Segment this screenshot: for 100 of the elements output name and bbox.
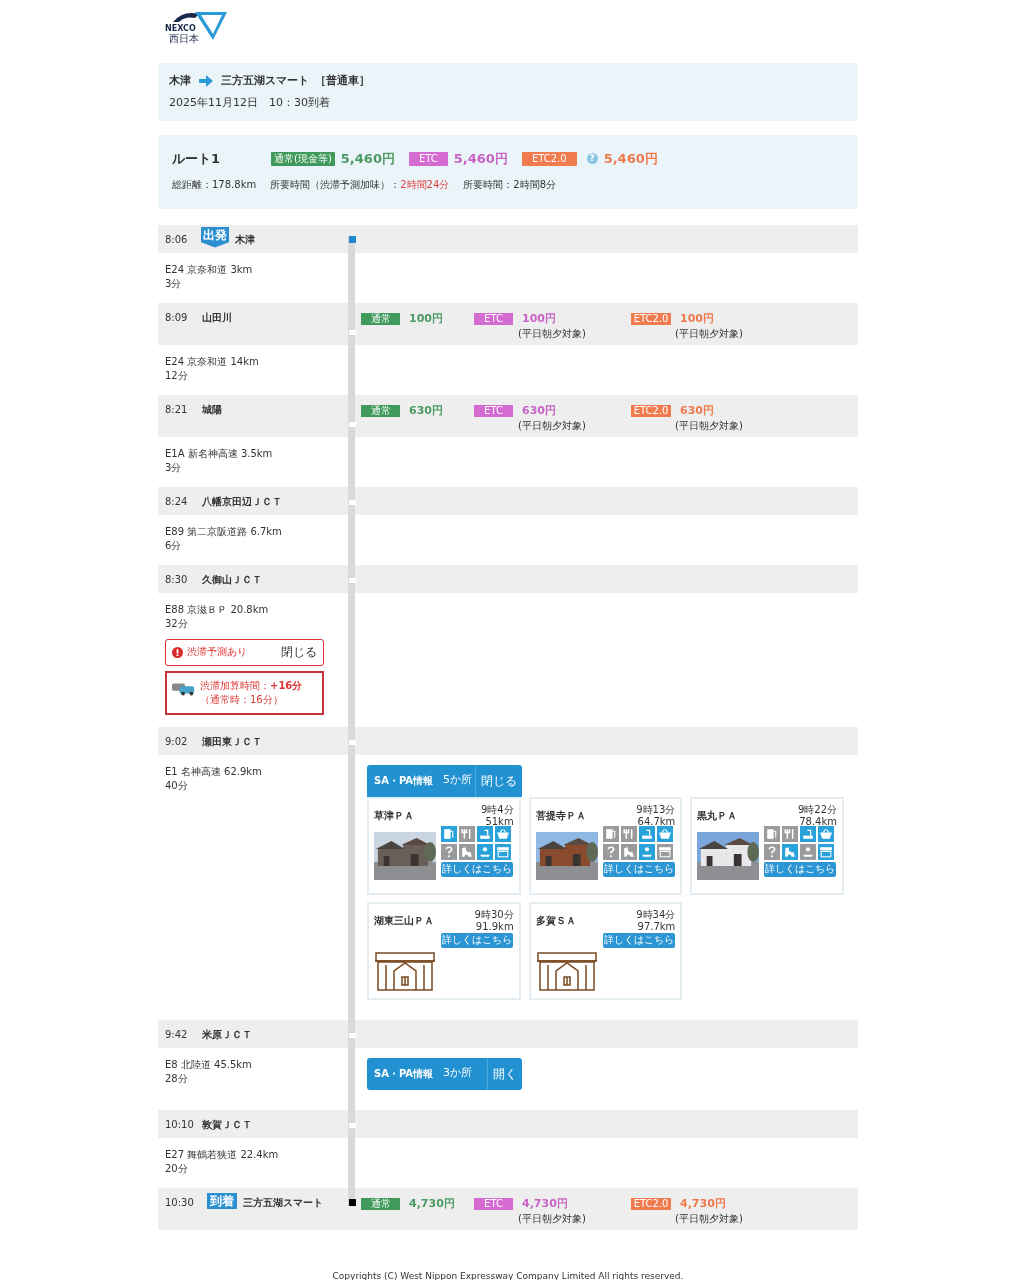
arrival-time: 9時30分: [474, 908, 514, 921]
sapa-title: SA・PA情報: [373, 774, 434, 788]
toll-badge: ETC: [474, 312, 513, 325]
toll-badge: ETC2.0: [631, 1197, 671, 1210]
logo-text: NEXCO: [165, 25, 196, 33]
stop-name: 久御山ＪＣＴ: [202, 572, 262, 587]
arrival-datetime: 2025年11月12日 10：30到着: [169, 94, 331, 111]
fare-badge: ETC2.0: [521, 151, 577, 166]
segment-duration: 40分: [165, 778, 189, 793]
toll-note: (平日朝夕対象): [675, 328, 744, 340]
arrival-time: 9時4分: [480, 803, 514, 816]
sapa-title: SA・PA情報: [373, 1067, 434, 1081]
summary-text: 所要時間（渋滞予測加味）：2時間24分: [270, 177, 450, 192]
stop-name: 敦賀ＪＣＴ: [202, 1117, 252, 1132]
segment-duration: 32分: [165, 616, 189, 631]
toll-note: (平日朝夕対象): [675, 1213, 744, 1225]
sapa-count: 5か所: [443, 772, 473, 789]
details-button[interactable]: 詳しくはこちら: [764, 861, 837, 877]
sapa-name: 湖東三山ＰＡ: [374, 913, 434, 928]
toll-amount: 100円: [409, 310, 443, 327]
stop-marker: [348, 577, 356, 583]
stop-time: 9:42: [165, 1027, 189, 1042]
stop-marker: [348, 329, 356, 335]
logo-subtext: 西日本: [169, 34, 199, 44]
stop-time: 8:30: [165, 572, 189, 587]
stop-name: 八幡京田辺ＪＣＴ: [202, 494, 282, 509]
fare-amount: 5,460円: [453, 150, 508, 168]
destination-name: 三方五湖スマート: [221, 73, 309, 89]
stop-marker: [348, 1032, 356, 1038]
toll-amount: 100円: [680, 310, 714, 327]
sapa-name: 黒丸ＰＡ: [697, 808, 738, 823]
normal-time-text: （通常時：16分）: [200, 693, 284, 706]
segment-duration: 3分: [165, 460, 183, 475]
toll-badge: ETC2.0: [631, 312, 671, 325]
details-button[interactable]: 詳しくはこちら: [602, 932, 675, 948]
stop-marker: [348, 1122, 356, 1128]
toggle-button[interactable]: 開く: [487, 1057, 522, 1090]
details-button[interactable]: 詳しくはこちら: [441, 932, 513, 948]
stop-name: 米原ＪＣＴ: [202, 1027, 252, 1042]
toggle-button[interactable]: 閉じる: [475, 764, 522, 797]
segment-duration: 6分: [165, 538, 183, 553]
distance-text: 91.9km: [474, 920, 514, 933]
origin-name: 木津: [169, 73, 191, 89]
details-button[interactable]: 詳しくはこちら: [441, 861, 513, 877]
toll-note: (平日朝夕対象): [518, 328, 587, 340]
road-label: E88 京滋ＢＰ 20.8km: [165, 602, 270, 617]
segment-duration: 20分: [165, 1161, 189, 1176]
toll-badge: ETC: [474, 1197, 513, 1210]
arrive-badge: 到着: [207, 1192, 237, 1209]
arrow-right-icon: [199, 75, 213, 88]
segment-duration: 28分: [165, 1071, 189, 1086]
summary-text: 総距離：178.8km: [172, 177, 257, 192]
stop-time: 8:24: [165, 494, 189, 509]
arrival-time: 9時22分: [797, 803, 837, 816]
toll-note: (平日朝夕対象): [518, 1213, 587, 1225]
depart-badge: 出発: [201, 226, 229, 248]
toll-badge: 通常: [361, 312, 400, 325]
stop-name: 山田川: [202, 310, 232, 325]
toll-note: (平日朝夕対象): [675, 420, 744, 432]
toll-amount: 630円: [680, 402, 714, 419]
toll-amount: 4,730円: [409, 1195, 455, 1212]
route-title: ルート1: [172, 150, 222, 168]
stop-marker: [348, 499, 356, 505]
stop-time: 9:02: [165, 734, 189, 749]
segment-duration: 3分: [165, 276, 183, 291]
road-label: E1A 新名神高速 3.5km: [165, 446, 274, 461]
close-button[interactable]: 閉じる: [281, 645, 317, 659]
distance-text: 64.7km: [636, 815, 676, 828]
segment-duration: 12分: [165, 368, 189, 383]
distance-text: 78.4km: [798, 815, 837, 828]
vehicle-type: ［普通車］: [315, 73, 370, 89]
sapa-count: 3か所: [443, 1065, 473, 1082]
road-label: E1 名神高速 62.9km: [165, 764, 263, 779]
toll-badge: ETC2.0: [631, 404, 671, 417]
toll-amount: 630円: [522, 402, 556, 419]
help-icon[interactable]: ?: [586, 153, 598, 165]
sapa-name: 菩提寺ＰＡ: [535, 808, 586, 823]
details-button[interactable]: 詳しくはこちら: [602, 861, 675, 877]
stop-time: 8:06: [165, 232, 189, 247]
route-end-marker: [348, 235, 356, 243]
stop-time: 10:10: [165, 1117, 195, 1132]
stop-time: 10:30: [165, 1195, 195, 1210]
fare-badge: ETC: [408, 151, 448, 166]
alert-icon: [172, 646, 183, 658]
sapa-name: 草津ＰＡ: [374, 808, 414, 823]
arrival-time: 9時13分: [636, 803, 676, 816]
distance-text: 97.7km: [636, 920, 676, 933]
copyright-text: Copyrights (C) West Nippon Expressway Company Limited All rights reserved.: [331, 1269, 685, 1280]
toll-amount: 4,730円: [522, 1195, 568, 1212]
stop-time: 8:09: [165, 310, 189, 325]
toll-badge: 通常: [361, 404, 400, 417]
fare-amount: 5,460円: [340, 150, 395, 168]
road-label: E27 舞鶴若狭道 22.4km: [165, 1147, 280, 1162]
distance-text: 51km: [484, 815, 514, 828]
delay-text: 渋滞加算時間：+16分: [200, 678, 303, 693]
toll-amount: 100円: [522, 310, 556, 327]
fare-amount: 5,460円: [603, 150, 658, 168]
stop-name: 木津: [235, 232, 255, 247]
toll-amount: 4,730円: [680, 1195, 726, 1212]
fare-badge: 通常(現金等): [271, 151, 335, 166]
